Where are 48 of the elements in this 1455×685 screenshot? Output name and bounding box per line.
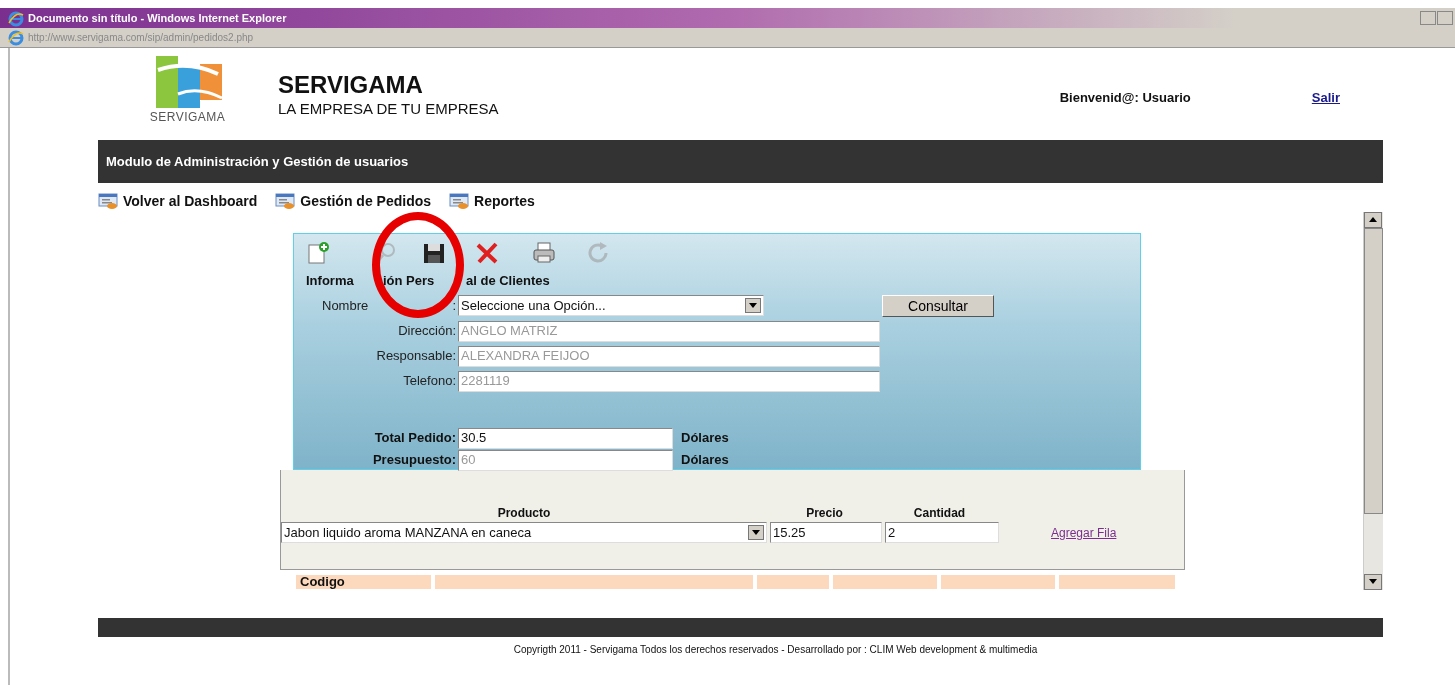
form-title: al de Clientes bbox=[466, 272, 550, 290]
consult-button[interactable]: Consultar bbox=[882, 294, 994, 317]
page-icon bbox=[449, 193, 470, 209]
total-label: Total Pedido: bbox=[373, 429, 456, 448]
page-icon bbox=[275, 193, 296, 209]
scroll-down-icon[interactable] bbox=[1369, 579, 1377, 585]
product-dropdown[interactable]: Jabon liquido aroma MANZANA en caneca bbox=[281, 522, 767, 543]
table-header-cell bbox=[757, 575, 829, 589]
column-header: Cantidad bbox=[912, 505, 967, 522]
total-label: Presupuesto: bbox=[371, 451, 456, 470]
window-title: Documento sin título - Windows Internet Explorer bbox=[28, 10, 287, 26]
maximize-button[interactable] bbox=[1437, 11, 1453, 25]
field-label: Nombre bbox=[322, 296, 369, 315]
field-label: : bbox=[452, 296, 456, 315]
branch-dropdown[interactable]: Seleccione una Opción... bbox=[458, 295, 764, 316]
browser-icon bbox=[8, 30, 24, 47]
add-row-link[interactable]: Agregar Fila bbox=[1051, 523, 1117, 542]
form-title: ión Pers bbox=[383, 272, 436, 290]
logout-link[interactable]: Salir bbox=[1311, 88, 1340, 108]
minimize-button[interactable] bbox=[1420, 11, 1436, 25]
company-logo: SERVIGAMA bbox=[140, 56, 235, 126]
column-header: Precio bbox=[805, 505, 844, 522]
field-label: Dirección: bbox=[397, 322, 456, 341]
tagline: LA EMPRESA DE TU EMPRESA bbox=[278, 99, 499, 119]
vertical-scrollbar[interactable] bbox=[1363, 212, 1383, 590]
delete-icon[interactable] bbox=[474, 240, 500, 266]
quantity-field[interactable]: 2 bbox=[885, 522, 999, 543]
brand-name: SERVIGAMA bbox=[278, 73, 424, 97]
page-icon bbox=[98, 193, 118, 209]
new-document-icon[interactable] bbox=[306, 240, 332, 266]
price-field[interactable]: 15.25 bbox=[770, 522, 882, 543]
column-header: Codigo bbox=[296, 575, 431, 589]
nav-link[interactable]: Reportes bbox=[449, 190, 535, 212]
currency-label: Dólares bbox=[681, 451, 729, 470]
module-title: Modulo de Administración y Gestión de usuarios bbox=[106, 152, 409, 171]
amount-field[interactable]: 30.5 bbox=[458, 427, 673, 449]
copyright-text: Copyrigth 2011 - Servigama Todos los derechos reservados - Desarrollado por : CLIM Web development & multimedia bbox=[512, 643, 1039, 657]
nav-link[interactable]: Volver al Dashboard bbox=[98, 190, 258, 212]
column-header: Producto bbox=[496, 505, 552, 522]
welcome-text: Bienvenid@: Usuario bbox=[1059, 89, 1191, 107]
nav-link[interactable]: Gestión de Pedidos bbox=[275, 190, 432, 212]
field-label: Telefono: bbox=[402, 372, 456, 391]
form-title: Informa bbox=[306, 272, 355, 290]
currency-label: Dólares bbox=[681, 429, 729, 448]
field-label: Responsable: bbox=[375, 347, 456, 366]
browser-icon bbox=[8, 10, 24, 27]
print-icon[interactable] bbox=[531, 240, 557, 266]
scroll-up-icon[interactable] bbox=[1369, 217, 1377, 223]
